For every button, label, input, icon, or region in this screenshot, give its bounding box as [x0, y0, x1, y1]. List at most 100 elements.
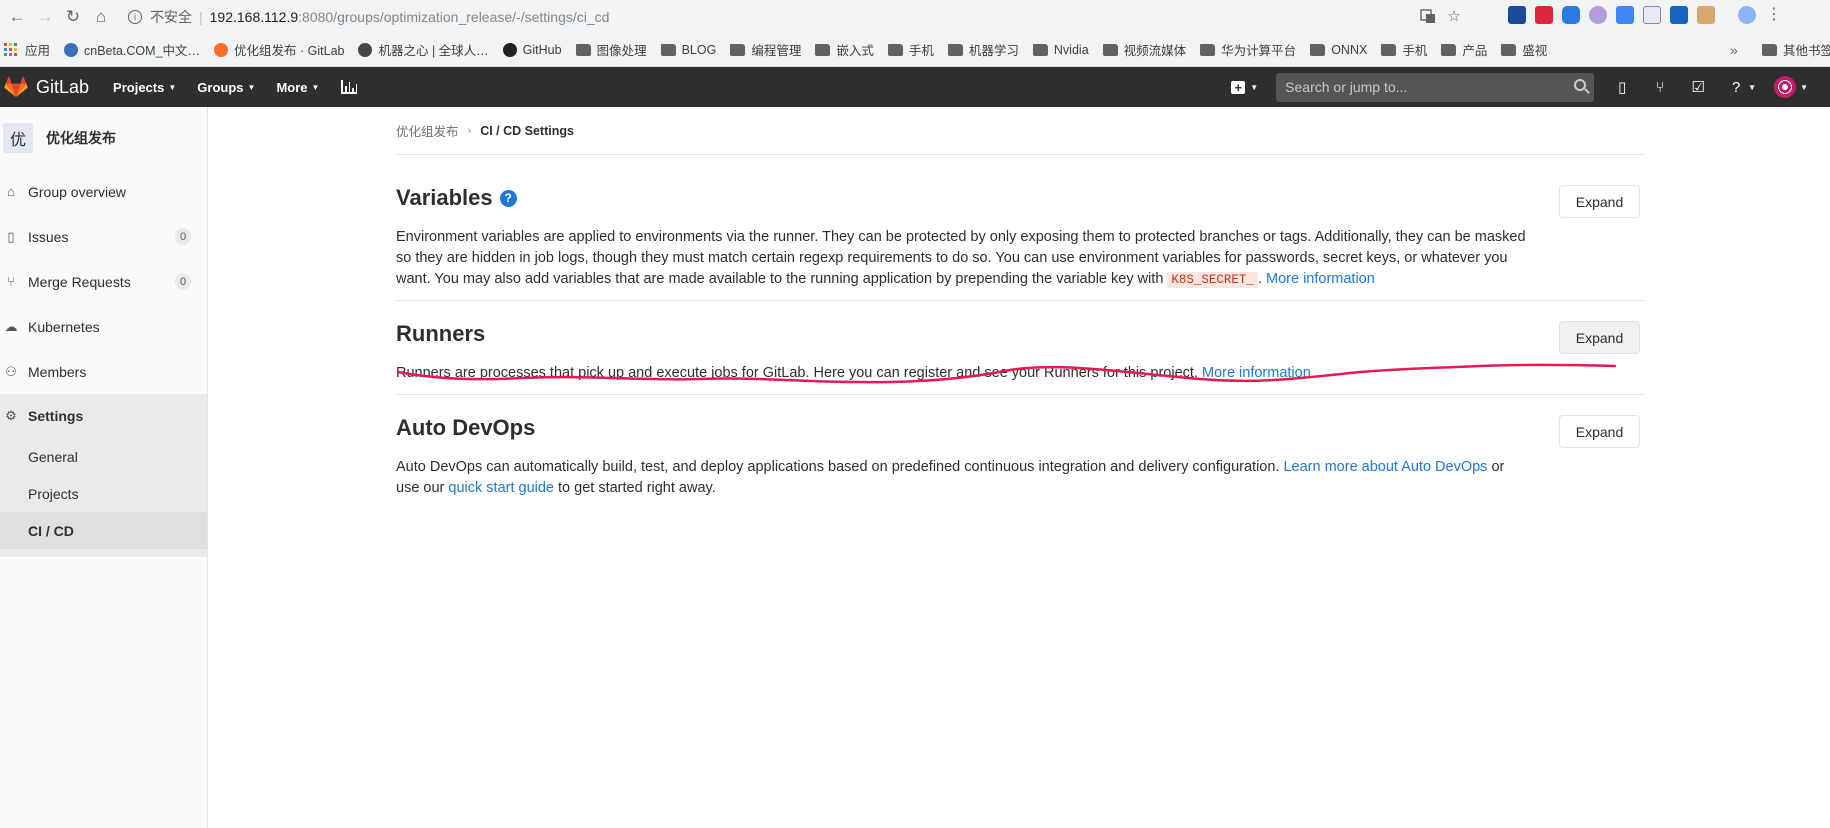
gitlab-navbar: GitLab Projects ▼ Groups ▼ More ▼ + ▼ ▯ … [0, 67, 1830, 107]
auto-devops-description: Auto DevOps can automatically build, tes… [396, 457, 1526, 499]
bookmark-item[interactable]: Nvidia [1032, 43, 1089, 57]
bookmark-label: 产品 [1462, 44, 1488, 58]
variables-more-info-link[interactable]: More information [1266, 271, 1375, 287]
help-icon[interactable]: ? [499, 189, 517, 207]
bookmark-item[interactable]: 图像处理 [575, 40, 647, 59]
auto-devops-expand-button[interactable]: Expand [1559, 415, 1640, 448]
bookmark-item[interactable]: GitHub [502, 42, 562, 57]
extension-circle-icon[interactable] [1589, 6, 1607, 24]
sidebar-item-group-overview[interactable]: ⌂ Group overview [0, 169, 207, 214]
auto-devops-desc-text: Auto DevOps can automatically build, tes… [396, 459, 1284, 475]
runners-section: Runners Expand Runners are processes tha… [396, 301, 1646, 395]
extension-blue-icon[interactable] [1562, 6, 1580, 24]
bookmark-item[interactable]: 机器学习 [947, 40, 1019, 59]
bookmark-item[interactable]: 机器之心 | 全球人… [358, 40, 489, 59]
home-icon[interactable]: ⌂ [90, 6, 112, 28]
star-icon[interactable]: ☆ [1445, 7, 1463, 25]
folder-icon [1441, 43, 1457, 56]
sidebar-item-merge-requests[interactable]: ⑂ Merge Requests 0 [0, 259, 207, 304]
todos-icon[interactable]: ☑ [1690, 78, 1706, 96]
forward-arrow-icon[interactable]: → [34, 6, 56, 28]
sidebar-item-label: Group overview [28, 183, 127, 200]
menu-icon[interactable]: ⋮ [1765, 6, 1783, 24]
bookmark-item[interactable]: 盛视 [1501, 40, 1547, 59]
sidebar-item-issues[interactable]: ▯ Issues 0 [0, 214, 207, 259]
nav-groups[interactable]: Groups ▼ [197, 80, 255, 95]
bookmark-label: 图像处理 [596, 44, 647, 58]
sidebar-subitem-projects[interactable]: Projects [0, 475, 207, 512]
nav-more-label: More [276, 79, 308, 95]
new-item-button[interactable]: + ▼ [1231, 80, 1259, 94]
activity-chart-icon[interactable] [341, 80, 358, 94]
user-avatar[interactable] [1774, 76, 1797, 98]
sidebar-item-members[interactable]: ⚇ Members [0, 349, 207, 394]
chevron-down-icon: ▼ [1250, 82, 1259, 92]
bookmark-item[interactable]: 视频流媒体 [1102, 40, 1186, 59]
bookmark-label: ONNX [1331, 42, 1368, 57]
sidebar-group-header[interactable]: 优 优化组发布 [0, 107, 207, 169]
bookmarks-bar: 应用 cnBeta.COM_中文… 优化组发布 · GitLab 机器之心 | 全球人… [0, 33, 1830, 67]
address-bar[interactable]: i 不安全 | 192.168.112.9 :8080/groups/optim… [128, 4, 1467, 30]
gitlab-logo[interactable]: GitLab [4, 76, 89, 98]
sidebar-item-label: Merge Requests [28, 273, 131, 290]
issues-nav-icon[interactable]: ▯ [1614, 78, 1630, 96]
bookmark-item[interactable]: 产品 [1441, 40, 1487, 59]
count-badge: 0 [175, 228, 191, 245]
chevron-down-icon: ▼ [311, 82, 320, 92]
sidebar-item-label: Members [28, 363, 87, 380]
search-box[interactable] [1276, 72, 1595, 102]
variables-desc-post: . [1257, 271, 1266, 287]
translate-icon[interactable] [1419, 7, 1437, 25]
bookmark-item[interactable]: ONNX [1310, 43, 1367, 57]
gitlab-tanuki-icon [4, 76, 28, 97]
quick-start-guide-link[interactable]: quick start guide [448, 480, 554, 496]
auto-devops-learn-more-link[interactable]: Learn more about Auto DevOps [1283, 459, 1487, 475]
variables-expand-button[interactable]: Expand [1559, 185, 1640, 218]
profile-icon[interactable] [1738, 6, 1756, 24]
extension-translate-icon[interactable] [1616, 6, 1634, 24]
merge-requests-nav-icon[interactable]: ⑂ [1652, 79, 1668, 96]
bookmark-label: 华为计算平台 [1221, 44, 1297, 58]
bookmark-item[interactable]: cnBeta.COM_中文… [64, 40, 200, 59]
sidebar-item-kubernetes[interactable]: ☁ Kubernetes [0, 304, 207, 349]
bookmark-item[interactable]: 华为计算平台 [1200, 40, 1296, 59]
auto-devops-title: Auto DevOps [396, 415, 536, 440]
k8s-secret-code: K8S_SECRET_ [1167, 272, 1258, 288]
extension-red-icon[interactable] [1535, 6, 1553, 24]
runners-description: Runners are processes that pick up and e… [396, 363, 1526, 384]
bookmark-item[interactable]: 优化组发布 · GitLab [214, 40, 344, 59]
sidebar-subitem-general[interactable]: General [0, 438, 207, 475]
bookmark-item[interactable]: BLOG [660, 43, 716, 57]
bookmark-item[interactable]: 手机 [887, 40, 934, 59]
breadcrumb-current: CI / CD Settings [480, 123, 574, 138]
bookmark-label: GitHub [522, 42, 562, 57]
more-bookmarks-icon[interactable]: » [1730, 42, 1738, 58]
search-input[interactable] [1285, 79, 1566, 95]
folder-icon [887, 43, 903, 56]
bookmark-item[interactable]: 嵌入式 [815, 40, 874, 59]
sidebar-item-settings[interactable]: ⚙ Settings [0, 394, 207, 438]
extension-a-icon[interactable] [1643, 6, 1661, 24]
sidebar-subitem-ci-cd[interactable]: CI / CD [0, 512, 207, 549]
bookmark-item[interactable]: 手机 [1381, 40, 1427, 59]
extension-box-icon[interactable] [1697, 6, 1715, 24]
help-nav-icon[interactable]: ? [1728, 79, 1744, 96]
gear-icon: ⚙ [5, 408, 17, 423]
reload-icon[interactable]: ↻ [62, 6, 84, 28]
bookmark-item[interactable]: 编程管理 [730, 40, 801, 59]
other-bookmarks[interactable]: 其他书签 [1762, 40, 1830, 59]
chevron-down-icon: ▼ [1800, 82, 1808, 92]
nav-projects[interactable]: Projects ▼ [113, 80, 176, 95]
extension-chart-icon[interactable] [1508, 6, 1526, 24]
breadcrumb-parent[interactable]: 优化组发布 [396, 121, 459, 140]
info-icon[interactable]: i [128, 10, 142, 24]
back-arrow-icon[interactable]: ← [6, 6, 28, 28]
runners-expand-button[interactable]: Expand [1559, 321, 1640, 354]
nav-more[interactable]: More ▼ [276, 80, 319, 95]
folder-icon [730, 43, 746, 56]
folder-icon [1310, 43, 1326, 56]
other-bookmarks-label: 其他书签 [1783, 44, 1830, 58]
bookmark-item[interactable]: 应用 [4, 40, 50, 59]
runners-more-info-link[interactable]: More information [1202, 365, 1311, 381]
extension-w-icon[interactable] [1670, 6, 1688, 24]
